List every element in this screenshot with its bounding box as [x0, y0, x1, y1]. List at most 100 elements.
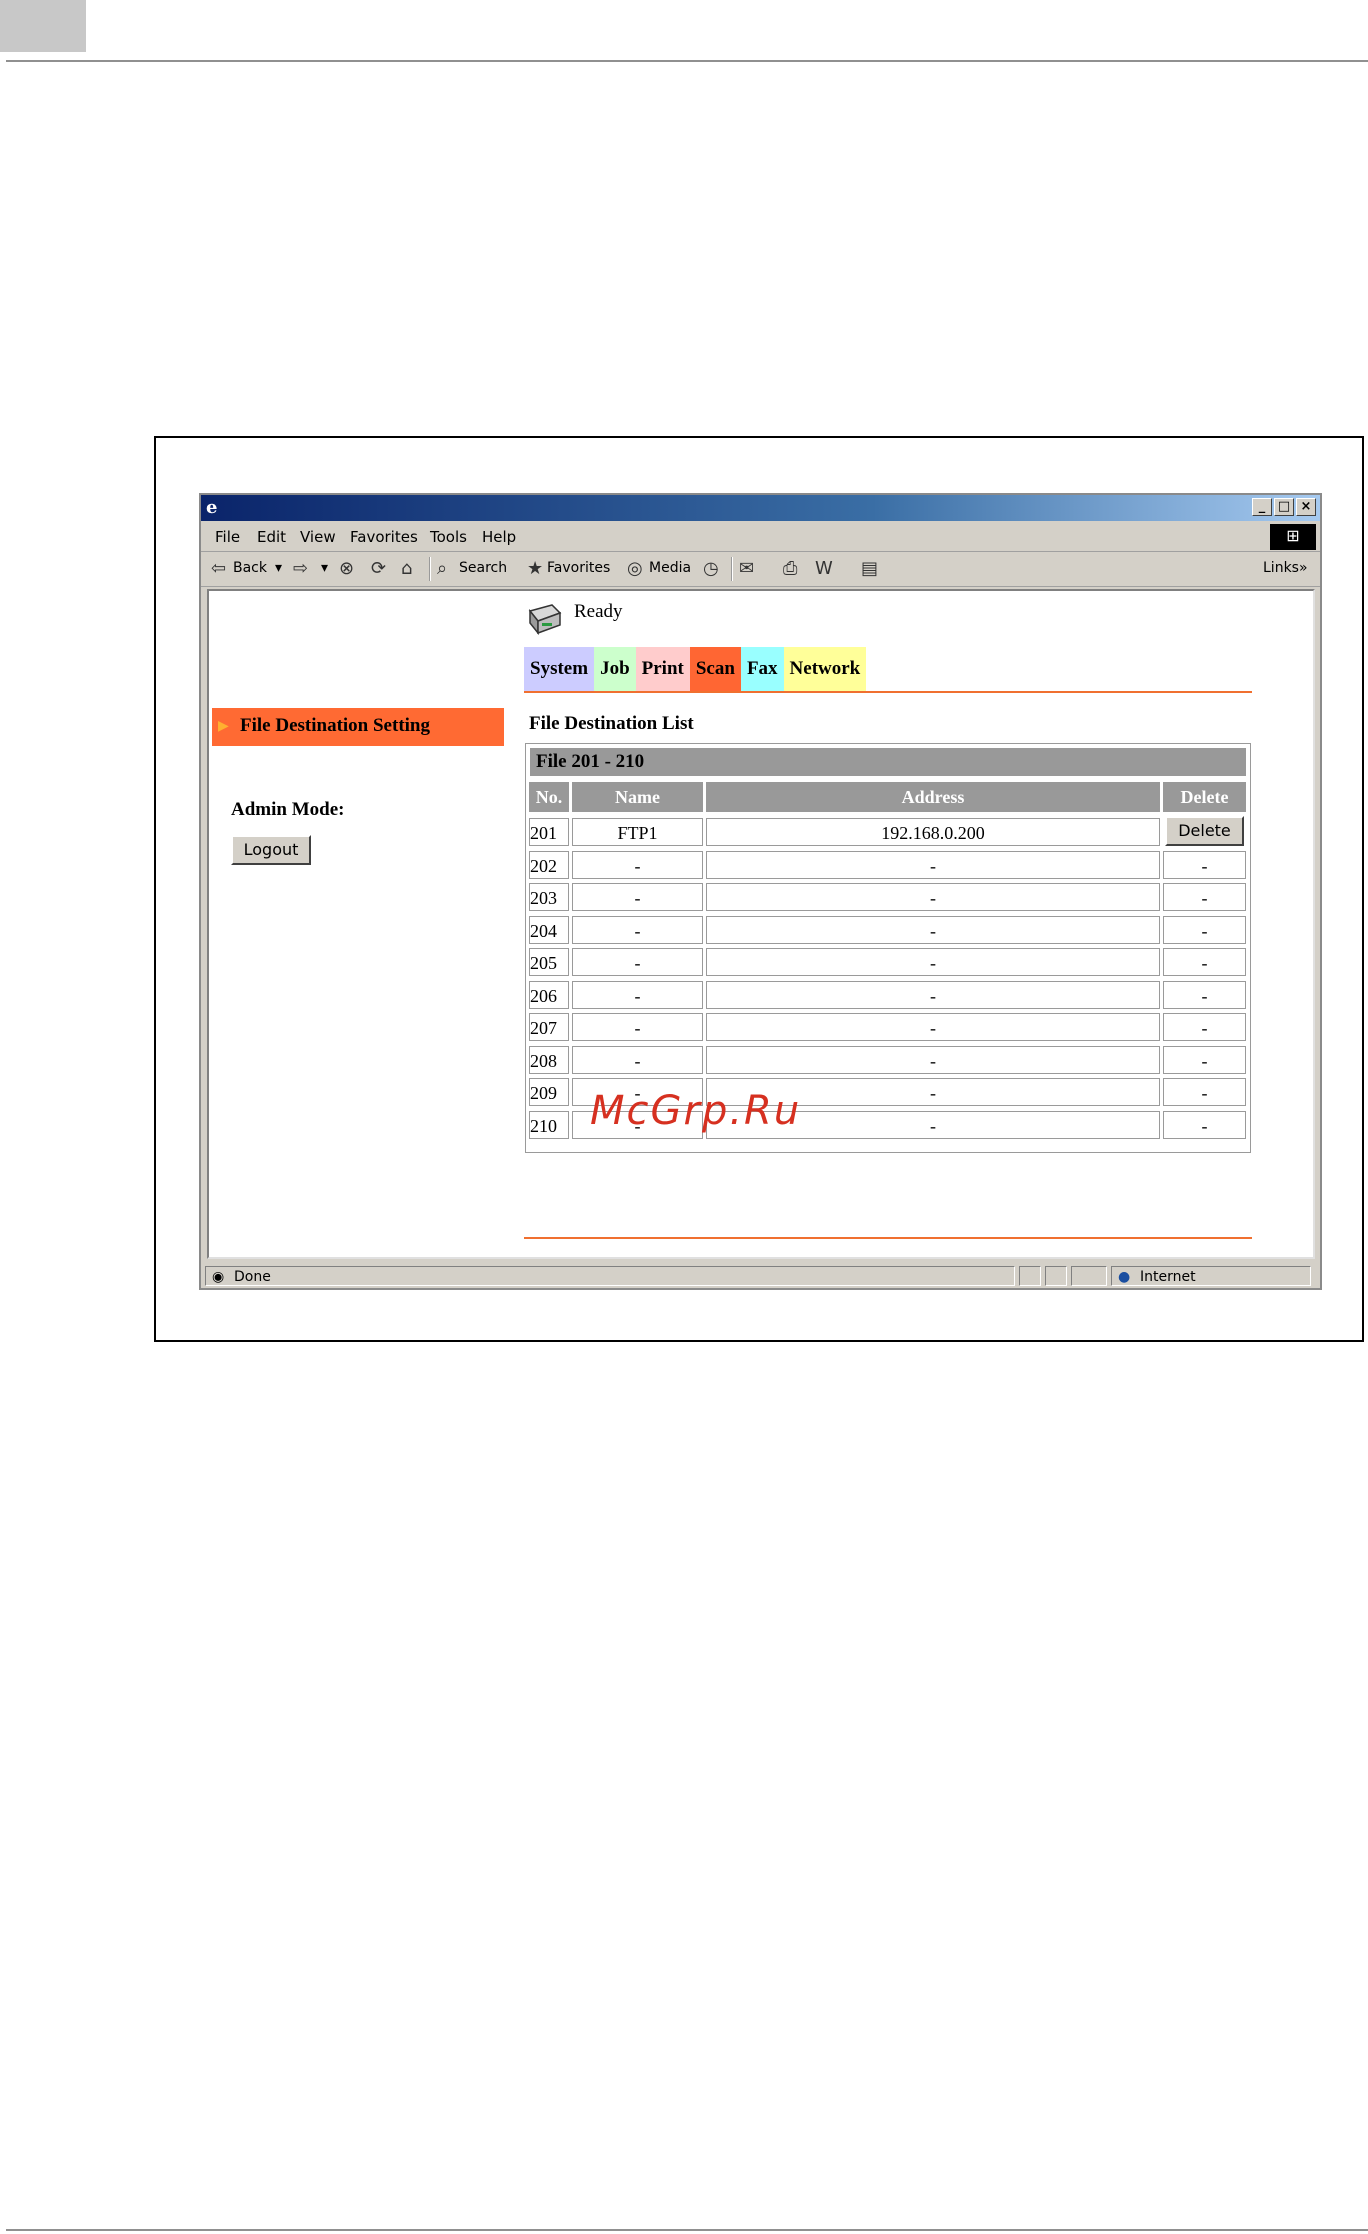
sidebar-item-file-destination[interactable]: ▶ File Destination Setting [212, 708, 504, 746]
table-cell: - [572, 1046, 703, 1074]
table-cell: - [572, 981, 703, 1009]
logout-button[interactable]: Logout [231, 835, 311, 865]
ie-icon: e [206, 497, 218, 518]
globe-icon: ● [1118, 1269, 1131, 1285]
edit-icon[interactable]: W [815, 558, 833, 579]
table-cell: - [572, 883, 703, 911]
table-cell: 201 [529, 818, 569, 846]
back-arrow-icon[interactable]: ⇦ [211, 558, 226, 579]
table-cell: - [572, 851, 703, 879]
mail-icon[interactable]: ✉ [739, 558, 754, 579]
security-zone: ● Internet [1111, 1266, 1311, 1286]
tab-scan[interactable]: Scan [689, 647, 741, 691]
stop-icon[interactable]: ⊗ [339, 558, 354, 579]
table-cell: - [1163, 1078, 1246, 1106]
tab-print[interactable]: Print [635, 647, 690, 691]
close-button[interactable]: × [1296, 498, 1316, 516]
page-header-rule [6, 60, 1368, 62]
page-footer-rule [6, 2229, 1368, 2231]
device-status: Ready [574, 601, 623, 622]
title-bar: e _ □ × [201, 495, 1320, 521]
status-text: ◉ Done [205, 1266, 1015, 1286]
history-icon[interactable]: ◷ [703, 558, 719, 579]
table-cell: - [1163, 916, 1246, 944]
menu-favorites[interactable]: Favorites [350, 528, 418, 546]
table-cell: 206 [529, 981, 569, 1009]
media-icon[interactable]: ◎ [627, 558, 643, 579]
discuss-icon[interactable]: ▤ [861, 558, 878, 579]
tab-job[interactable]: Job [594, 647, 636, 691]
menu-view[interactable]: View [300, 528, 336, 546]
browser-window: e _ □ × File Edit View Favorites Tools H… [199, 493, 1322, 1290]
status-cell [1071, 1266, 1107, 1286]
table-cell: - [706, 916, 1160, 944]
maximize-button[interactable]: □ [1274, 498, 1294, 516]
table-cell: FTP1 [572, 818, 703, 846]
back-dropdown-icon[interactable]: ▾ [275, 560, 282, 576]
range-header: File 201 - 210 [530, 748, 1246, 776]
menu-file[interactable]: File [215, 528, 240, 546]
table-cell: - [1163, 1046, 1246, 1074]
list-title: File Destination List [529, 713, 694, 734]
tab-network[interactable]: Network [783, 647, 867, 691]
status-bar: ◉ Done ● Internet [201, 1263, 1320, 1289]
table-cell: 192.168.0.200 [706, 818, 1160, 846]
toolbar: ⇦ Back ▾ ⇨ ▾ ⊗ ⟳ ⌂ ⌕ Search ★ Favorites … [201, 552, 1320, 587]
refresh-icon[interactable]: ⟳ [371, 558, 386, 579]
windows-logo-icon: ⊞ [1270, 524, 1316, 550]
forward-dropdown-icon[interactable]: ▾ [321, 560, 328, 576]
delete-button[interactable]: Delete [1165, 816, 1244, 846]
table-cell: - [706, 851, 1160, 879]
column-header: No. [529, 782, 569, 812]
menu-bar: File Edit View Favorites Tools Help ⊞ [201, 521, 1320, 552]
forward-arrow-icon[interactable]: ⇨ [293, 558, 308, 579]
minimize-button[interactable]: _ [1252, 498, 1272, 516]
tab-fax[interactable]: Fax [740, 647, 784, 691]
table-cell: - [706, 981, 1160, 1009]
table-cell: - [1163, 948, 1246, 976]
tab-system[interactable]: System [524, 647, 595, 691]
search-button[interactable]: Search [459, 560, 507, 576]
table-cell: - [706, 1013, 1160, 1041]
status-cell [1045, 1266, 1067, 1286]
media-button[interactable]: Media [649, 560, 691, 576]
favorites-button[interactable]: Favorites [547, 560, 610, 576]
status-cell [1019, 1266, 1041, 1286]
tabs-underline [524, 691, 1252, 693]
printer-icon [528, 604, 562, 636]
table-cell: 205 [529, 948, 569, 976]
menu-edit[interactable]: Edit [257, 528, 286, 546]
print-icon[interactable]: ⎙ [783, 558, 797, 579]
table-cell: 202 [529, 851, 569, 879]
back-button[interactable]: Back [233, 560, 267, 576]
table-cell: 203 [529, 883, 569, 911]
menu-tools[interactable]: Tools [430, 528, 467, 546]
links-button[interactable]: Links [1263, 560, 1299, 576]
page-viewport: Ready System Job Print Scan Fax Network ▶ Fil… [207, 589, 1315, 1259]
column-header: Name [572, 782, 703, 812]
admin-mode-label: Admin Mode: [231, 799, 345, 820]
main-tabs: System Job Print Scan Fax Network [524, 647, 867, 691]
favorites-icon[interactable]: ★ [527, 558, 543, 579]
watermark: McGrp.Ru [590, 1088, 802, 1134]
search-icon[interactable]: ⌕ [437, 558, 447, 579]
table-cell: - [572, 916, 703, 944]
table-cell: 204 [529, 916, 569, 944]
table-cell: - [572, 1013, 703, 1041]
home-icon[interactable]: ⌂ [401, 558, 412, 579]
table-cell: 208 [529, 1046, 569, 1074]
range-title: File 201 - 210 [536, 751, 645, 772]
table-cell: - [1163, 883, 1246, 911]
table-cell: 207 [529, 1013, 569, 1041]
page-done-icon: ◉ [212, 1269, 225, 1285]
table-cell: - [706, 948, 1160, 976]
table-cell: - [1163, 1013, 1246, 1041]
links-chevron-icon[interactable]: » [1299, 560, 1308, 576]
menu-help[interactable]: Help [482, 528, 516, 546]
table-cell: - [706, 883, 1160, 911]
column-header: Delete [1163, 782, 1246, 812]
table-cell: - [706, 1046, 1160, 1074]
table-cell: - [1163, 851, 1246, 879]
page-corner-tab [0, 0, 86, 52]
column-header: Address [706, 782, 1160, 812]
